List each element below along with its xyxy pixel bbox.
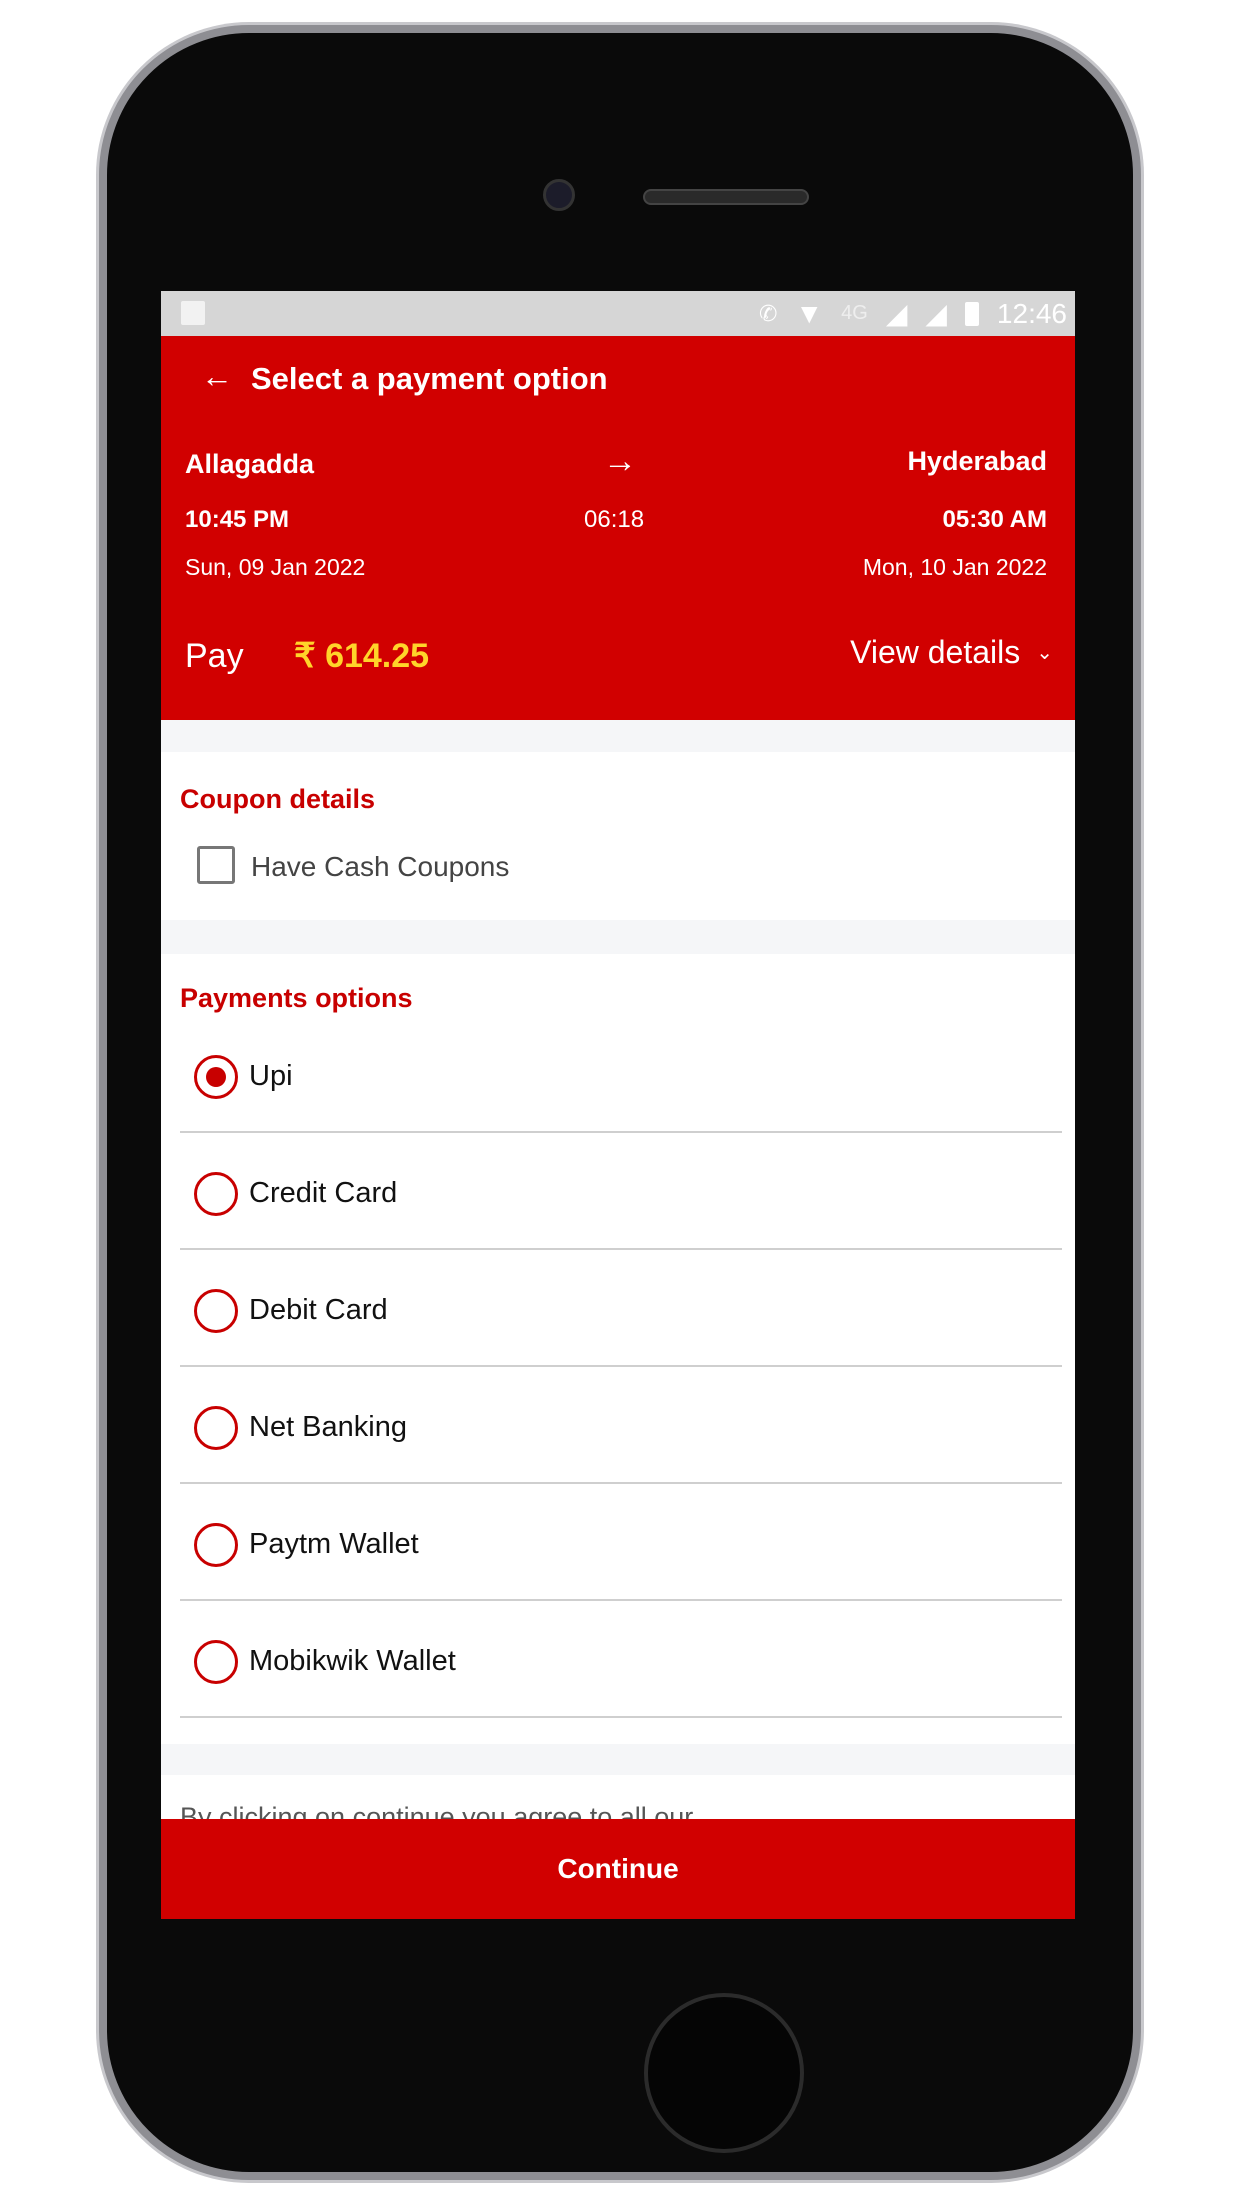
payment-option-upi[interactable]: Upi — [180, 1016, 1062, 1133]
arrive-date: Mon, 10 Jan 2022 — [862, 554, 1047, 580]
pay-amount: ₹ 614.25 — [294, 637, 430, 675]
gallery-icon — [181, 301, 205, 325]
radio-button[interactable] — [194, 1640, 238, 1684]
radio-button[interactable] — [194, 1406, 238, 1450]
pay-label: Pay — [185, 637, 244, 675]
payment-option-mobikwik-wallet[interactable]: Mobikwik Wallet — [180, 1601, 1062, 1718]
app-screen: ✆ ▼ 4G ◢ ◢ 12:46 ← Select a payment opti… — [161, 291, 1075, 1919]
radio-button[interactable] — [194, 1523, 238, 1567]
cash-coupon-checkbox-row[interactable]: Have Cash Coupons — [161, 841, 761, 891]
payment-option-net-banking[interactable]: Net Banking — [180, 1367, 1062, 1484]
front-camera — [543, 179, 575, 211]
route-arrow-icon: → — [603, 442, 637, 480]
status-bar: ✆ ▼ 4G ◢ ◢ 12:46 — [161, 291, 1075, 336]
continue-button[interactable]: Continue — [161, 1819, 1075, 1919]
earpiece-speaker — [643, 189, 809, 205]
to-city: Hyderabad — [907, 446, 1047, 476]
radio-button[interactable] — [194, 1055, 238, 1099]
depart-date: Sun, 09 Jan 2022 — [185, 554, 366, 580]
call-4g-icon: ✆ — [758, 300, 778, 326]
cash-coupon-checkbox[interactable] — [197, 846, 235, 884]
section-divider — [161, 720, 1075, 752]
page-title: Select a payment option — [251, 361, 608, 396]
payment-option-debit-card[interactable]: Debit Card — [180, 1250, 1062, 1367]
view-details-label: View details — [850, 634, 1021, 670]
payment-option-label: Paytm Wallet — [249, 1528, 419, 1560]
signal-icon: ◢ — [885, 298, 908, 329]
section-divider — [161, 920, 1075, 954]
duration: 06:18 — [584, 506, 645, 533]
section-divider — [161, 1744, 1075, 1775]
payment-option-credit-card[interactable]: Credit Card — [180, 1133, 1062, 1250]
trip-header: ← Select a payment option Allagadda → Hy… — [161, 336, 1075, 720]
view-details-button[interactable]: View details ⌄ — [850, 634, 1053, 671]
signal-icon: ◢ — [925, 298, 947, 329]
from-city: Allagadda — [185, 449, 315, 479]
network-label: 4G — [841, 302, 868, 324]
payment-option-label: Debit Card — [249, 1294, 388, 1326]
arrive-time: 05:30 AM — [942, 506, 1047, 533]
coupon-section-title: Coupon details — [180, 784, 375, 814]
radio-button[interactable] — [194, 1172, 238, 1216]
home-button[interactable] — [644, 1993, 804, 2153]
payment-option-paytm-wallet[interactable]: Paytm Wallet — [180, 1484, 1062, 1601]
cash-coupon-label: Have Cash Coupons — [251, 851, 510, 882]
payment-option-label: Credit Card — [249, 1177, 398, 1209]
status-time: 12:46 — [996, 297, 1067, 329]
chevron-down-icon: ⌄ — [1036, 642, 1053, 664]
radio-button[interactable] — [194, 1289, 238, 1333]
battery-icon — [964, 301, 979, 326]
payment-option-label: Net Banking — [249, 1411, 407, 1443]
payment-option-label: Upi — [249, 1060, 293, 1092]
wifi-icon: ▼ — [795, 297, 824, 329]
back-arrow-icon[interactable]: ← — [201, 358, 233, 395]
payments-section-title: Payments options — [180, 983, 413, 1013]
payment-option-label: Mobikwik Wallet — [249, 1645, 456, 1677]
depart-time: 10:45 PM — [185, 506, 290, 533]
